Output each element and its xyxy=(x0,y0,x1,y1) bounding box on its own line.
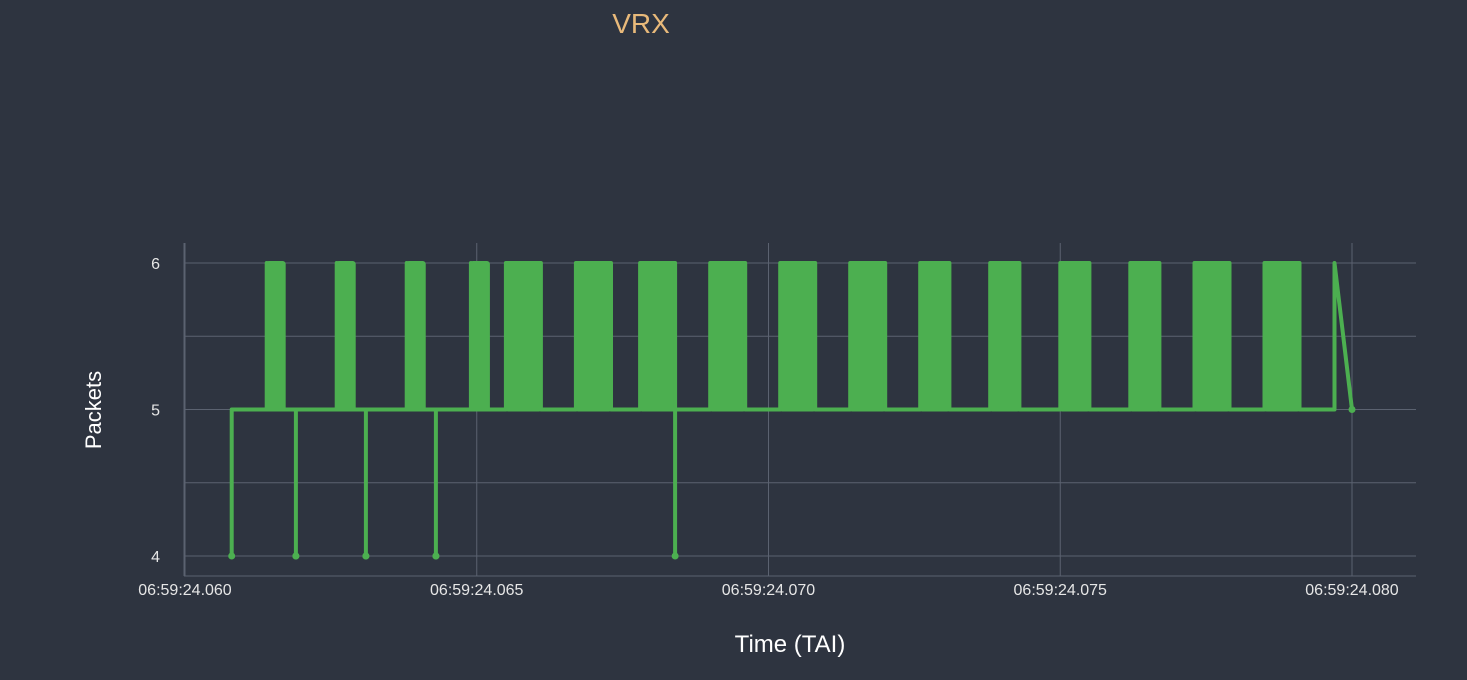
series-block xyxy=(709,261,747,412)
y-axis-label: Packets xyxy=(81,370,106,450)
series-block xyxy=(574,261,612,412)
data-point xyxy=(228,552,236,560)
series-block xyxy=(779,261,817,412)
y-tick-label: 6 xyxy=(151,256,160,273)
data-point xyxy=(292,552,300,560)
data-point xyxy=(362,552,370,560)
x-axis-label: Time (TAI) xyxy=(734,631,846,658)
series-block xyxy=(1193,261,1231,412)
y-tick-label: 5 xyxy=(151,403,160,420)
series-block xyxy=(919,261,951,412)
series-block xyxy=(405,261,426,412)
series-block xyxy=(639,261,677,412)
series-block xyxy=(1059,261,1091,412)
series-block xyxy=(1129,261,1161,412)
series-block xyxy=(989,261,1021,412)
series-block xyxy=(849,261,887,412)
data-point xyxy=(671,552,679,560)
x-tick-label: 06:59:24.075 xyxy=(1014,582,1108,599)
x-tick-label: 06:59:24.080 xyxy=(1305,582,1399,599)
data-point xyxy=(432,552,440,560)
x-tick-label: 06:59:24.070 xyxy=(722,582,816,599)
plot-area: 4 5 6 06:59:24.060 06:59:24.065 06:59:24.070 0… xyxy=(138,243,1416,599)
data-point xyxy=(1348,406,1356,413)
x-tick-label: 06:59:24.065 xyxy=(430,582,524,599)
x-tick-label: 06:59:24.060 xyxy=(138,582,232,599)
y-tick-label: 4 xyxy=(151,549,160,566)
chart-canvas: VRX 4 5 6 06:59:24.060 06:59:24.065 06:59:24.… xyxy=(0,0,1467,680)
series-block xyxy=(504,261,542,412)
series-block xyxy=(335,261,356,412)
series-block xyxy=(469,261,490,412)
series-block xyxy=(1263,261,1301,412)
